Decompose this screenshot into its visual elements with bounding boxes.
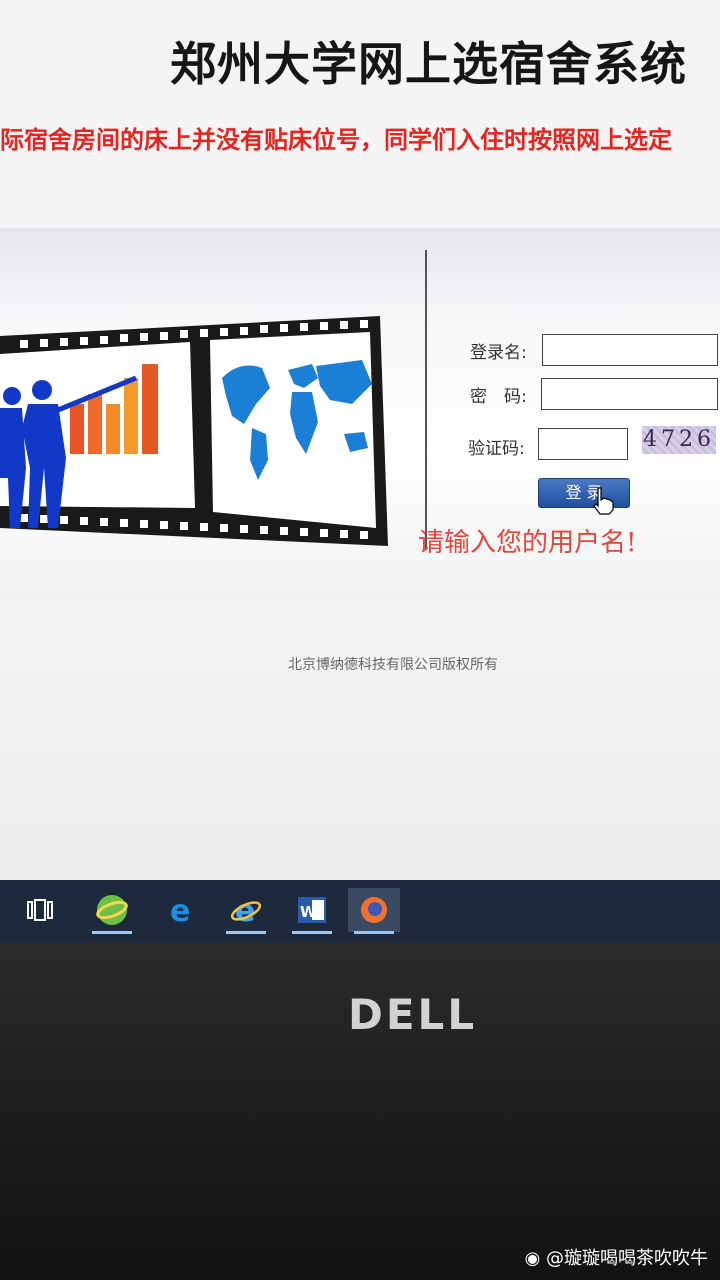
taskbar-firefox[interactable] [348,888,400,934]
captcha-label: 验证码: [468,439,525,459]
browser-360-icon [96,895,128,925]
task-view-icon [27,899,53,921]
taskbar-internet-explorer[interactable]: e [220,888,272,934]
password-label: 密 码: [470,387,527,407]
windows-taskbar: e e W [0,880,720,942]
weibo-icon: ◉ [524,1248,546,1269]
username-label: 登录名: [470,343,527,363]
brand-logo: DELL [348,990,478,1039]
page-title: 郑州大学网上选宿舍系统 [170,37,687,91]
taskbar-360-browser[interactable] [86,888,138,934]
word-icon: W [298,897,326,923]
username-input[interactable] [542,334,718,366]
captcha-input[interactable] [538,428,628,460]
browser-viewport: 郑州大学网上选宿舍系统 际宿舍房间的床上并没有贴床位号，同学们入住时按照网上选定 [0,0,720,880]
internet-explorer-icon: e [230,894,262,926]
notice-banner-text: 际宿舍房间的床上并没有贴床位号，同学们入住时按照网上选定 [0,126,672,154]
banner-illustration [0,316,388,546]
svg-text:e: e [170,894,190,926]
svg-text:W: W [300,903,317,921]
edge-icon: e [170,894,190,926]
taskbar-edge[interactable]: e [156,888,208,932]
laptop-bezel: DELL [0,942,720,1280]
login-banner: 登录名: 密 码: 验证码: 4726 登 录 请输入您的用户名! [0,228,720,600]
firefox-icon [361,897,387,923]
password-input[interactable] [541,378,718,410]
task-view-button[interactable] [14,888,66,932]
watermark-text: ◉ @璇璇喝喝茶吹吹牛 [524,1248,708,1269]
hand-cursor-icon [593,487,614,515]
taskbar-word[interactable]: W [286,888,338,934]
error-message: 请输入您的用户名! [418,528,637,558]
login-button[interactable]: 登 录 [538,478,630,508]
copyright-text: 北京博纳德科技有限公司版权所有 [288,657,498,673]
captcha-image[interactable]: 4726 [642,426,716,454]
vertical-divider [425,250,427,550]
